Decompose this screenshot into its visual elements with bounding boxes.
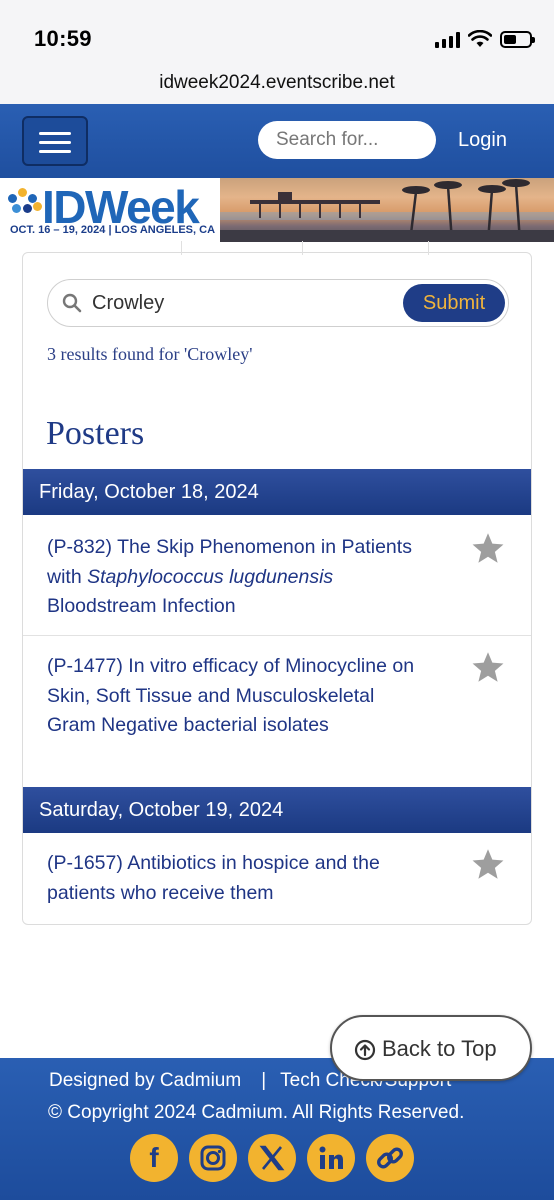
link-icon[interactable]	[366, 1134, 414, 1182]
instagram-icon[interactable]	[189, 1134, 237, 1182]
back-to-top-label: Back to Top	[382, 1036, 497, 1061]
event-banner: IDWeek OCT. 16 – 19, 2024 | LOS ANGELES,…	[0, 178, 554, 242]
poster-item[interactable]: (P-832) The Skip Phenomenon in Patients …	[23, 515, 531, 636]
status-icons	[435, 30, 535, 48]
favorite-star-icon[interactable]	[469, 531, 507, 567]
login-link[interactable]: Login	[458, 129, 507, 152]
site-search-input[interactable]	[258, 121, 436, 159]
social-links: f	[130, 1134, 414, 1182]
results-search-box: Submit	[47, 279, 509, 327]
address-bar[interactable]: idweek2024.eventscribe.net	[0, 70, 554, 104]
banner-photo	[220, 178, 554, 242]
copyright-text: © Copyright 2024 Cadmium. All Rights Res…	[48, 1102, 465, 1123]
hamburger-menu-button[interactable]	[22, 116, 88, 166]
footer-separator: |	[261, 1070, 267, 1091]
logo-mark-icon	[6, 188, 42, 218]
site-header: Login	[0, 104, 554, 178]
poster-item[interactable]: (P-1657) Antibiotics in hospice and the …	[23, 833, 531, 923]
status-bar: 10:59	[0, 0, 554, 70]
favorite-star-icon[interactable]	[469, 650, 507, 686]
day-header: Saturday, October 19, 2024	[23, 787, 531, 833]
poster-title[interactable]: (P-1657) Antibiotics in hospice and the …	[47, 849, 427, 908]
poster-item[interactable]: (P-1477) In vitro efficacy of Minocyclin…	[23, 636, 531, 787]
url-text: idweek2024.eventscribe.net	[159, 72, 395, 93]
pier-palm-trees-image	[220, 179, 554, 242]
poster-title[interactable]: (P-1477) In vitro efficacy of Minocyclin…	[47, 652, 427, 741]
day-header: Friday, October 18, 2024	[23, 469, 531, 515]
results-search-input[interactable]	[92, 289, 392, 317]
facebook-icon[interactable]: f	[130, 1134, 178, 1182]
event-dates-location: OCT. 16 – 19, 2024 | LOS ANGELES, CA	[10, 224, 216, 236]
arrow-up-circle-icon	[354, 1039, 376, 1061]
battery-icon	[500, 31, 535, 48]
favorite-star-icon[interactable]	[469, 847, 507, 883]
search-icon	[62, 293, 82, 313]
poster-title[interactable]: (P-832) The Skip Phenomenon in Patients …	[47, 533, 427, 622]
card-tab-dividers	[181, 241, 429, 255]
section-title-posters: Posters	[46, 415, 145, 452]
wifi-icon	[468, 30, 492, 47]
x-icon[interactable]	[248, 1134, 296, 1182]
search-results-card: Submit 3 results found for 'Crowley' Pos…	[22, 241, 532, 925]
cellular-signal-icon	[435, 32, 460, 48]
linkedin-icon[interactable]	[307, 1134, 355, 1182]
status-time: 10:59	[34, 26, 92, 51]
designed-by-link[interactable]: Designed by Cadmium	[49, 1070, 241, 1091]
submit-button[interactable]: Submit	[403, 284, 505, 322]
back-to-top-button[interactable]: Back to Top	[330, 1015, 532, 1081]
results-count: 3 results found for 'Crowley'	[47, 344, 253, 364]
